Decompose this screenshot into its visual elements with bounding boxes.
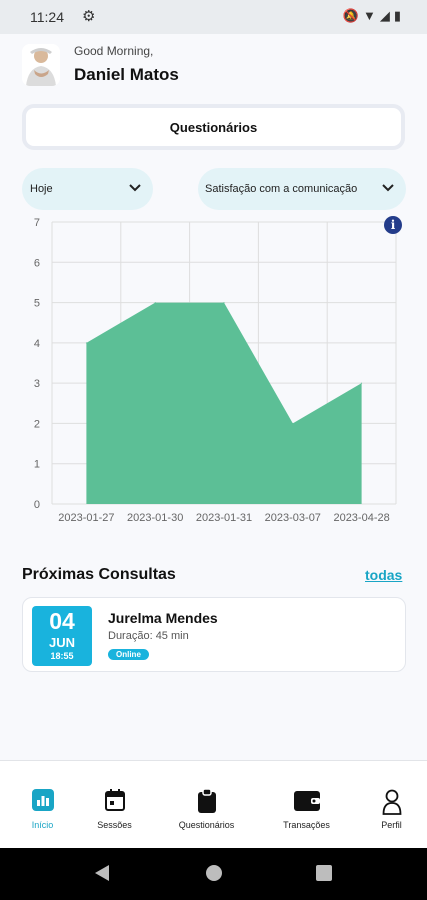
status-time: 11:24 — [30, 9, 64, 25]
y-tick-label: 1 — [34, 459, 40, 471]
appointment-time: 18:55 — [50, 651, 74, 661]
x-tick-label: 2023-04-28 — [333, 512, 389, 524]
questionnaires-card[interactable]: Questionários — [22, 104, 405, 150]
header: Good Morning, Daniel Matos — [0, 34, 427, 104]
period-dropdown[interactable]: Hoje — [22, 168, 153, 210]
person-icon — [382, 789, 402, 820]
appointment-duration: Duração: 45 min — [108, 630, 189, 642]
appointment-date-badge: 04 JUN 18:55 — [32, 606, 92, 666]
signal-icon: ◢ — [379, 8, 394, 23]
wifi-icon: ▼ — [362, 8, 380, 23]
chart-area-series — [86, 302, 362, 504]
appointment-day: 04 — [49, 608, 75, 634]
tab-sessoes[interactable]: Sessões — [72, 761, 157, 849]
online-badge: Online — [108, 649, 149, 660]
x-tick-label: 2023-01-31 — [196, 512, 252, 524]
settings-icon: ⚙ — [82, 8, 96, 25]
data-point — [154, 302, 156, 304]
system-nav-bar — [0, 848, 427, 900]
patient-name: Jurelma Mendes — [108, 610, 218, 626]
y-tick-label: 2 — [34, 418, 40, 430]
data-point — [292, 422, 294, 424]
appointment-month: JUN — [48, 635, 75, 650]
upcoming-title: Próximas Consultas — [22, 566, 176, 583]
area-chart: 01234567 2023-01-27 2023-01-30 2023-01-31 2… — [34, 217, 397, 524]
tab-perfil[interactable]: Perfil — [349, 761, 427, 849]
metric-dropdown[interactable]: Satisfação com a comunicação — [198, 168, 406, 210]
chevron-down-icon — [129, 181, 141, 195]
user-name: Daniel Matos — [74, 65, 179, 84]
questionnaires-card-label: Questionários — [169, 119, 258, 135]
data-point — [223, 302, 225, 304]
clipboard-icon — [197, 788, 216, 818]
y-tick-label: 7 — [34, 217, 40, 229]
tab-questionarios[interactable]: Questionários — [164, 761, 249, 849]
data-point — [361, 382, 363, 384]
period-dropdown-value: Hoje — [30, 183, 53, 195]
x-tick-label: 2023-03-07 — [265, 512, 321, 524]
tab-transacoes[interactable]: Transações — [264, 761, 349, 849]
status-bar: 11:24 ⚙ 🔕▼◢▮ — [0, 0, 427, 34]
appointment-card[interactable]: 04 JUN 18:55 Jurelma Mendes Duração: 45 … — [22, 597, 406, 672]
bottom-tab-bar: Início Sessões Questionários Transações … — [0, 760, 427, 848]
status-icons: 🔕▼◢▮ — [343, 8, 405, 24]
avatar[interactable] — [22, 44, 60, 86]
battery-icon: ▮ — [393, 8, 405, 23]
see-all-link[interactable]: todas — [365, 567, 402, 583]
y-tick-label: 0 — [34, 499, 40, 511]
metric-dropdown-value: Satisfação com a comunicação — [205, 183, 358, 195]
tab-label: Sessões — [97, 820, 132, 830]
chevron-down-icon — [382, 181, 394, 195]
y-tick-label: 3 — [34, 378, 40, 390]
tab-label: Transações — [283, 820, 330, 830]
y-tick-label: 4 — [34, 338, 40, 350]
notifications-off-icon: 🔕 — [342, 8, 363, 23]
calendar-icon — [104, 789, 125, 816]
tab-label: Perfil — [381, 820, 402, 830]
x-tick-label: 2023-01-27 — [58, 512, 114, 524]
chart-y-ticks: 0 1 2 3 4 5 6 7 — [34, 217, 40, 511]
home-icon[interactable] — [205, 864, 223, 887]
data-point — [85, 342, 87, 344]
wallet-icon — [293, 789, 320, 816]
chart-x-ticks: 2023-01-27 2023-01-30 2023-01-31 2023-03-07… — [58, 512, 389, 524]
y-tick-label: 6 — [34, 257, 40, 269]
recents-icon[interactable] — [316, 865, 332, 886]
dashboard-icon — [31, 789, 54, 816]
x-tick-label: 2023-01-30 — [127, 512, 183, 524]
info-icon[interactable]: i — [384, 216, 402, 234]
tab-label: Questionários — [178, 820, 235, 830]
back-icon[interactable] — [94, 864, 110, 887]
y-tick-label: 5 — [34, 298, 40, 310]
greeting-text: Good Morning, — [74, 44, 154, 58]
